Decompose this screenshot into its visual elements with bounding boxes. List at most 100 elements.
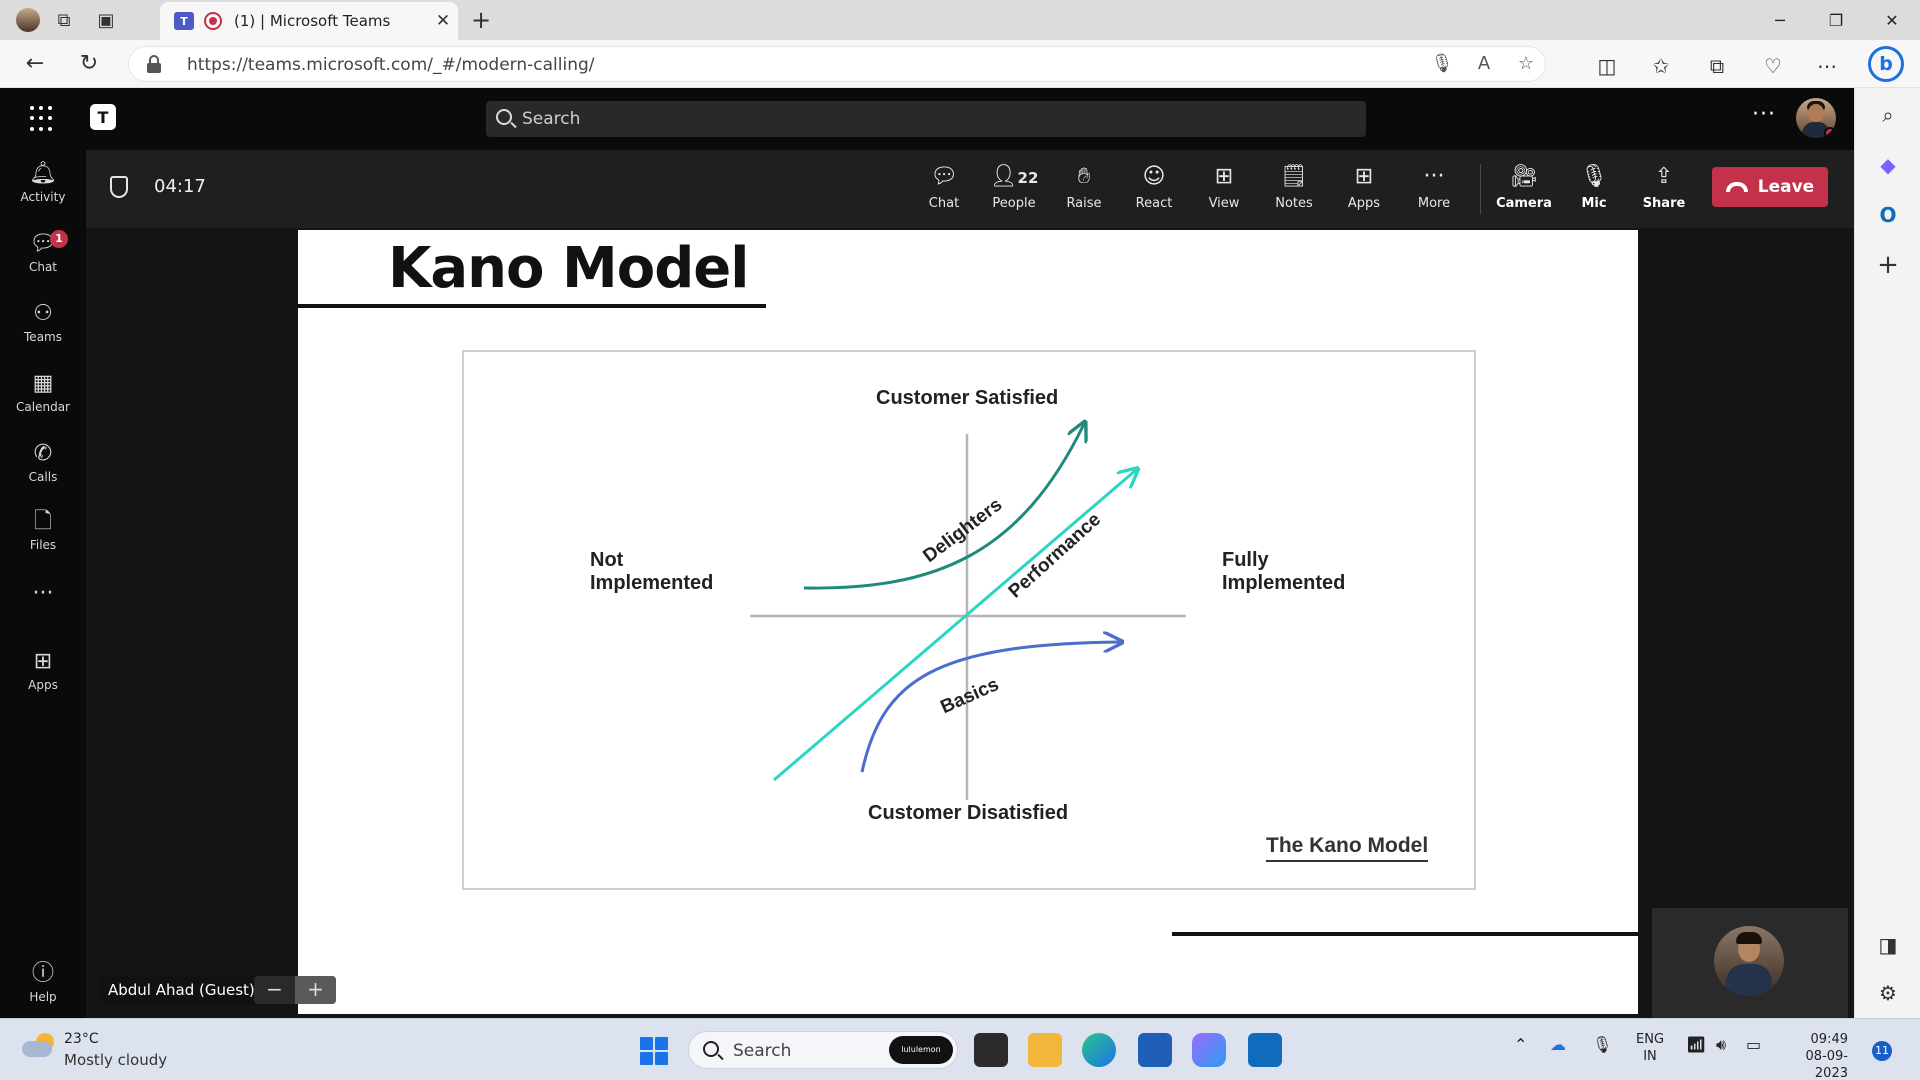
lock-icon[interactable] [147, 55, 161, 73]
wifi-icon[interactable]: 📶︎ [1686, 1035, 1706, 1054]
right-axis-label: Fully Implemented [1222, 549, 1345, 595]
chat-button[interactable]: 💬︎ Chat [912, 162, 976, 218]
zoom-out-button[interactable]: − [254, 976, 295, 1004]
rail-item-teams[interactable]: ⚇ Teams [0, 300, 86, 356]
edge-browser-icon[interactable] [1082, 1033, 1116, 1067]
microphone-icon[interactable]: 🎙 [1429, 53, 1455, 74]
rail-item-calendar[interactable]: ▦ Calendar [0, 370, 86, 426]
teams-logo-icon: T [90, 104, 116, 130]
shield-icon[interactable] [110, 176, 128, 198]
teams-search-input[interactable]: Search [486, 101, 1366, 137]
more-button[interactable]: ··· More [1402, 162, 1466, 218]
camera-off-icon: 🎥︎ [1510, 164, 1538, 189]
split-screen-icon[interactable]: ◫ [1592, 52, 1622, 80]
weather-temperature[interactable]: 23°C [64, 1031, 99, 1047]
address-bar[interactable]: https://teams.microsoft.com/_#/modern-ca… [128, 46, 1546, 82]
maximize-button[interactable]: ❐ [1808, 0, 1864, 40]
settings-more-icon[interactable]: ⋯ [1812, 52, 1842, 80]
show-hidden-icons-chevron-icon[interactable]: ⌃ [1514, 1035, 1527, 1054]
rail-item-help[interactable]: ⓘ Help [0, 960, 86, 1016]
hide-sidebar-icon[interactable]: ◨ [1871, 928, 1905, 962]
react-button[interactable]: ☺ React [1122, 162, 1186, 218]
rail-item-apps[interactable]: ⊞ Apps [0, 648, 86, 704]
microphone-tray-icon[interactable]: 🎙 [1592, 1035, 1612, 1054]
control-label: View [1208, 196, 1240, 211]
search-icon[interactable]: ⌕ [1871, 98, 1905, 132]
browser-essentials-icon[interactable]: ♡ [1758, 52, 1788, 80]
microsoft-store-icon[interactable] [1138, 1033, 1172, 1067]
slide-bottom-rule [1172, 932, 1638, 936]
language-indicator[interactable]: ENG IN [1636, 1031, 1664, 1065]
rail-more-apps[interactable]: ··· [0, 580, 86, 636]
top-axis-label: Customer Satisfied [876, 387, 1059, 409]
leave-button[interactable]: Leave [1712, 167, 1828, 207]
settings-and-more-icon[interactable]: ··· [1752, 102, 1776, 127]
read-aloud-icon[interactable]: A [1471, 53, 1497, 74]
people-button[interactable]: 👤︎22 People [982, 162, 1046, 218]
rail-item-chat[interactable]: 💬︎ Chat 1 [0, 230, 86, 286]
self-view-video[interactable] [1652, 908, 1848, 1018]
rail-label: Chat [28, 260, 58, 274]
notes-button[interactable]: 🗒︎ Notes [1262, 162, 1326, 218]
app-launcher-icon[interactable] [30, 106, 56, 132]
user-avatar[interactable] [1796, 98, 1836, 138]
close-window-button[interactable]: ✕ [1864, 0, 1920, 40]
workspaces-icon[interactable]: ⧉ [50, 6, 78, 34]
apps-button[interactable]: ⊞ Apps [1332, 162, 1396, 218]
teams-icon: ⚇ [33, 301, 53, 326]
rail-label: Help [29, 990, 57, 1004]
onedrive-icon[interactable]: ☁ [1550, 1035, 1566, 1054]
favorites-icon[interactable]: ✩ [1646, 52, 1676, 80]
copilot-app-icon[interactable] [1192, 1033, 1226, 1067]
right-axis-label-line1: Fully [1222, 549, 1269, 571]
weather-condition[interactable]: Mostly cloudy [64, 1051, 167, 1069]
rail-item-activity[interactable]: 🔔︎ Activity [0, 160, 86, 216]
file-explorer-icon[interactable] [1028, 1033, 1062, 1067]
phone-icon: ✆ [33, 441, 53, 466]
chat-icon: 💬︎ [29, 231, 57, 256]
share-button[interactable]: ⇪ Share [1632, 162, 1696, 218]
raise-hand-button[interactable]: ✋︎ Raise [1052, 162, 1116, 218]
favorite-star-icon[interactable]: ☆ [1513, 53, 1539, 74]
weather-icon[interactable] [22, 1033, 56, 1057]
mic-button[interactable]: 🎙︎ Mic [1562, 162, 1626, 218]
shared-slide: Kano Model Customer Satisfied Customer D… [298, 230, 1638, 1014]
outlook-icon[interactable]: O [1871, 198, 1905, 232]
right-axis-label-line2: Implemented [1222, 572, 1346, 594]
control-label: Raise [1066, 196, 1102, 211]
bing-copilot-icon[interactable]: b [1868, 46, 1904, 82]
volume-icon[interactable]: 🔊︎ [1716, 1035, 1726, 1055]
gear-icon[interactable]: ⚙ [1871, 976, 1905, 1010]
slide-title: Kano Model [388, 236, 749, 301]
rail-item-files[interactable]: 🗋 Files [0, 508, 86, 564]
new-tab-button[interactable]: + [466, 6, 496, 34]
control-label: Notes [1275, 196, 1313, 211]
zoom-controls: − + [254, 976, 336, 1004]
notification-badge[interactable]: 11 [1872, 1041, 1892, 1061]
add-sidebar-app-icon[interactable]: + [1871, 248, 1905, 282]
unread-badge: 1 [50, 230, 68, 248]
close-tab-icon[interactable]: ✕ [428, 11, 458, 31]
battery-icon[interactable]: ▭ [1746, 1035, 1761, 1054]
refresh-button[interactable]: ↻ [74, 50, 104, 78]
minimize-button[interactable]: ─ [1752, 0, 1808, 40]
tab-actions-icon[interactable]: ▣ [92, 6, 120, 34]
camera-button[interactable]: 🎥︎ Camera [1492, 162, 1556, 218]
rail-item-calls[interactable]: ✆ Calls [0, 440, 86, 496]
copilot-icon[interactable]: ◆ [1871, 148, 1905, 182]
zoom-in-button[interactable]: + [295, 976, 336, 1004]
outlook-app-icon[interactable] [1248, 1033, 1282, 1067]
leave-label: Leave [1757, 177, 1815, 197]
task-view-icon[interactable] [974, 1033, 1008, 1067]
url-text[interactable]: https://teams.microsoft.com/_#/modern-ca… [187, 55, 595, 75]
taskbar-search-placeholder: Search [733, 1041, 792, 1061]
profile-avatar-icon[interactable] [14, 6, 42, 34]
start-button[interactable] [640, 1037, 668, 1065]
back-button[interactable]: ← [20, 50, 50, 78]
taskbar-search[interactable]: Search lululemon [688, 1031, 958, 1069]
system-clock[interactable]: 09:49 08-09-2023 [1784, 1031, 1848, 1080]
browser-tab-teams[interactable]: T (1) | Microsoft Teams ✕ [160, 2, 458, 40]
view-button[interactable]: ⊞ View [1192, 162, 1256, 218]
clock-time: 09:49 [1810, 1032, 1848, 1047]
collections-icon[interactable]: ⧉ [1702, 52, 1732, 80]
